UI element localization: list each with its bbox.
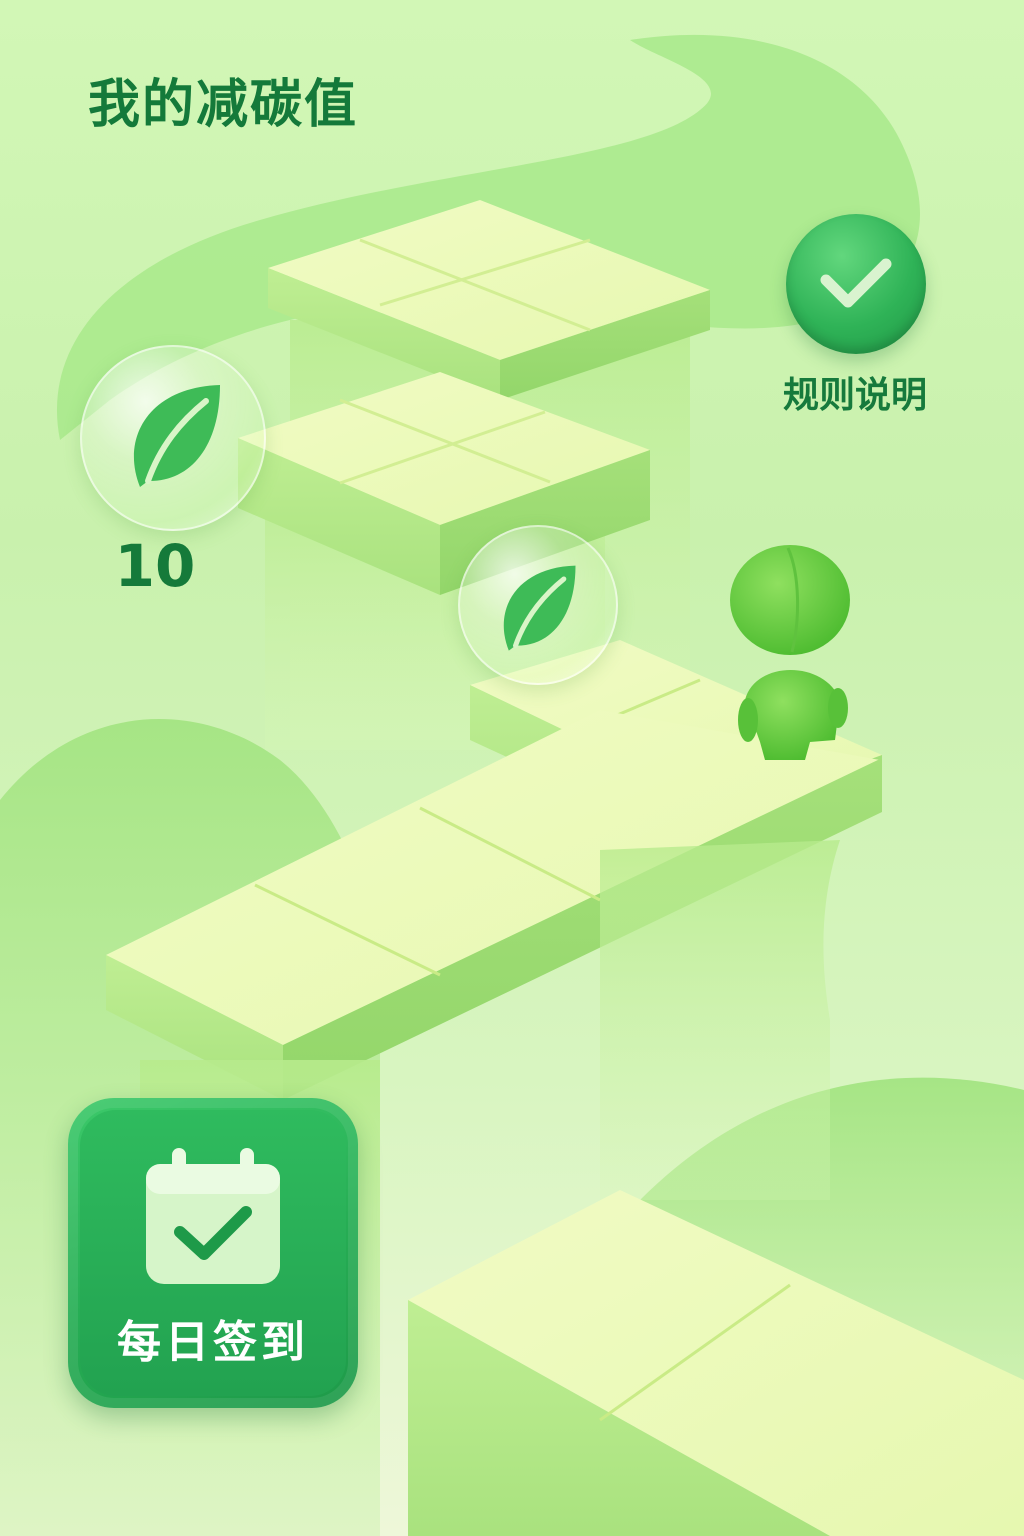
game-scene: 我的减碳值 规则说明 10 每日签到 (0, 0, 1024, 1536)
checkin-label: 每日签到 (117, 1317, 309, 1368)
leaf-bubble[interactable] (80, 345, 266, 531)
page-title: 我的减碳值 (88, 75, 359, 135)
check-icon (820, 258, 892, 308)
rules-button[interactable] (786, 214, 926, 354)
calendar-check-icon (146, 1148, 280, 1284)
leaf-bubble[interactable] (458, 525, 618, 685)
leaf-icon (503, 565, 576, 651)
rules-label[interactable]: 规则说明 (760, 366, 950, 418)
leaf-icon (133, 385, 220, 487)
character-figure (730, 545, 850, 760)
carbon-score-value: 10 (114, 532, 196, 600)
daily-checkin-button[interactable]: 每日签到 (68, 1098, 358, 1408)
